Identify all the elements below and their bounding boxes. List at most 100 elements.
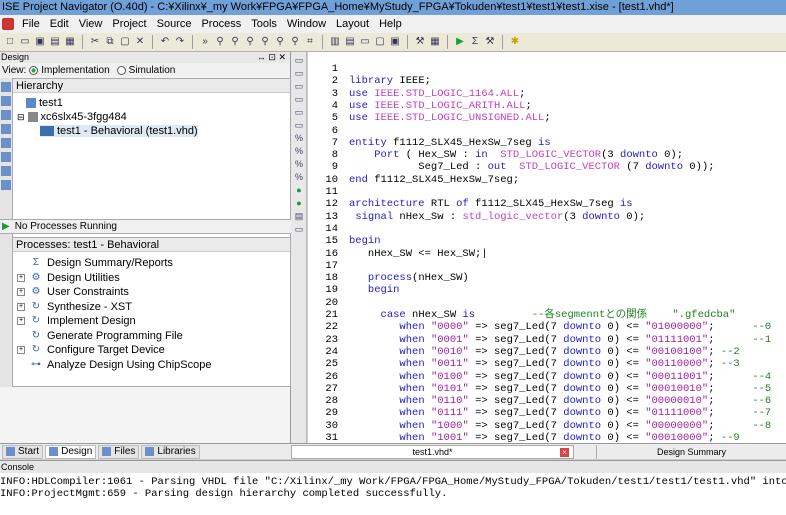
undo-icon[interactable]: ↶: [158, 35, 172, 49]
code-line[interactable]: 16 nHex_SW <= Hex_SW;|: [308, 248, 786, 260]
process-item[interactable]: + ↻ Synthesize - XST: [17, 300, 132, 314]
editor-tool-icon[interactable]: ▭: [294, 68, 304, 78]
copy-icon[interactable]: ⧉: [103, 35, 117, 49]
language-template-icon[interactable]: ▤: [294, 211, 304, 221]
find-next-icon[interactable]: ⚲: [228, 35, 242, 49]
tile-icon[interactable]: ▤: [343, 35, 357, 49]
code-line[interactable]: 1: [308, 63, 786, 75]
process-item[interactable]: Σ Design Summary/Reports: [17, 256, 173, 270]
code-line[interactable]: 28 when "0110" => seg7_Led(7 downto 0) <…: [308, 395, 786, 407]
code-line[interactable]: 11: [308, 186, 786, 198]
simulation-radio[interactable]: [116, 65, 126, 75]
code-line[interactable]: 22 when "0000" => seg7_Led(7 downto 0) <…: [308, 321, 786, 333]
menu-process[interactable]: Process: [196, 15, 246, 33]
add-copy-icon[interactable]: [1, 96, 11, 106]
zoom-icon[interactable]: ⚲: [288, 35, 302, 49]
cut-icon[interactable]: ✂: [88, 35, 102, 49]
expand-icon[interactable]: +: [17, 273, 25, 282]
menu-source[interactable]: Source: [152, 15, 197, 33]
code-line[interactable]: 25 when "0011" => seg7_Led(7 downto 0) <…: [308, 358, 786, 370]
open-folder-icon[interactable]: ▭: [18, 35, 32, 49]
process-item[interactable]: + ⚙ User Constraints: [17, 285, 129, 299]
tab-start[interactable]: Start: [2, 444, 44, 459]
code-editor[interactable]: 1 2 library IEEE; 3 use IEEE.STD_LOGIC_1164.…: [308, 52, 786, 443]
code-line[interactable]: 7 entity f1112_SLX45_HexSw_7seg is: [308, 137, 786, 149]
add-bookmark-icon[interactable]: ●: [294, 185, 304, 195]
menu-edit[interactable]: Edit: [45, 15, 74, 33]
expand-icon[interactable]: +: [17, 302, 25, 311]
print-icon[interactable]: ▦: [63, 35, 77, 49]
code-line[interactable]: 19 begin: [308, 284, 786, 296]
tree-item-device[interactable]: ⊟ xc6slx45-3fgg484: [17, 111, 127, 123]
editor-tool-icon[interactable]: ▭: [294, 81, 304, 91]
menu-layout[interactable]: Layout: [331, 15, 374, 33]
code-line[interactable]: 27 when "0101" => seg7_Led(7 downto 0) <…: [308, 383, 786, 395]
tab-files[interactable]: Files: [98, 444, 140, 459]
cascade-icon[interactable]: ▢: [373, 35, 387, 49]
menu-tools[interactable]: Tools: [246, 15, 282, 33]
menu-help[interactable]: Help: [374, 15, 407, 33]
tab-test1-vhd[interactable]: test1.vhd* ×: [291, 444, 574, 459]
properties-icon[interactable]: [1, 138, 11, 148]
unindent-icon[interactable]: %: [294, 172, 304, 182]
code-line[interactable]: 29 when "0111" => seg7_Led(7 downto 0) <…: [308, 407, 786, 419]
tab-design[interactable]: Design: [45, 444, 97, 459]
panel-controls[interactable]: ↔ ⊡ ✕: [257, 52, 286, 63]
code-line[interactable]: 12 architecture RTL of f1112_SLX45_HexSw_…: [308, 198, 786, 210]
code-line[interactable]: 15 begin: [308, 235, 786, 247]
process-item[interactable]: + ↻ Configure Target Device: [17, 343, 165, 357]
code-line[interactable]: 5 use IEEE.STD_LOGIC_UNSIGNED.ALL;: [308, 112, 786, 124]
hammer-icon[interactable]: ⚒: [483, 35, 497, 49]
delete-icon[interactable]: ✕: [133, 35, 147, 49]
help-bulb-icon[interactable]: ✱: [508, 35, 522, 49]
code-line[interactable]: 6: [308, 125, 786, 137]
menu-file[interactable]: File: [17, 15, 45, 33]
more-icon[interactable]: »: [198, 35, 212, 49]
remove-icon[interactable]: [1, 124, 11, 134]
search-icon[interactable]: ⚲: [273, 35, 287, 49]
close-tab-icon[interactable]: ×: [560, 447, 569, 457]
expand-icon[interactable]: +: [17, 317, 25, 325]
editor-tool-icon[interactable]: ▭: [294, 120, 304, 130]
code-line[interactable]: 18 process(nHex_SW): [308, 272, 786, 284]
properties-icon[interactable]: ⚒: [413, 35, 427, 49]
expand-icon[interactable]: [1, 152, 11, 162]
save-all-icon[interactable]: ▤: [48, 35, 62, 49]
indent-icon[interactable]: %: [294, 159, 304, 169]
collapse-icon[interactable]: [1, 166, 11, 176]
comment-icon[interactable]: %: [294, 133, 304, 143]
code-line[interactable]: 26 when "0100" => seg7_Led(7 downto 0) <…: [308, 371, 786, 383]
editor-tool-icon[interactable]: ▭: [294, 107, 304, 117]
process-item[interactable]: + ↻ Implement Design: [17, 314, 136, 328]
stop-icon[interactable]: ▦: [428, 35, 442, 49]
schematic-icon[interactable]: ⌗: [303, 35, 317, 49]
tree-item-project[interactable]: test1: [26, 97, 63, 109]
run-icon[interactable]: ▶: [453, 35, 467, 49]
process-item[interactable]: + ⚙ Design Utilities: [17, 271, 120, 285]
tree-item-source[interactable]: test1 - Behavioral (test1.vhd): [40, 125, 198, 137]
uncomment-icon[interactable]: %: [294, 146, 304, 156]
code-line[interactable]: 2 library IEEE;: [308, 75, 786, 87]
editor-tool-icon[interactable]: ▭: [294, 94, 304, 104]
code-line[interactable]: 8 Port ( Hex_SW : in STD_LOGIC_VECTOR(3 …: [308, 149, 786, 161]
add-source-icon[interactable]: [1, 82, 11, 92]
expand-icon[interactable]: +: [17, 288, 25, 296]
code-line[interactable]: 20: [308, 297, 786, 309]
code-line[interactable]: 4 use IEEE.STD_LOGIC_ARITH.ALL;: [308, 100, 786, 112]
menu-window[interactable]: Window: [282, 15, 331, 33]
code-line[interactable]: 23 when "0001" => seg7_Led(7 downto 0) <…: [308, 334, 786, 346]
paste-icon[interactable]: ▢: [118, 35, 132, 49]
tab-libraries[interactable]: Libraries: [141, 444, 200, 459]
window-icon[interactable]: ▭: [358, 35, 372, 49]
find-icon[interactable]: ⚲: [213, 35, 227, 49]
editor-tool-icon[interactable]: ▭: [294, 224, 304, 234]
new-source-icon[interactable]: [1, 110, 11, 120]
layout-icon[interactable]: ▣: [388, 35, 402, 49]
new-file-icon[interactable]: □: [3, 35, 17, 49]
collapse-toggle-icon[interactable]: ⊟: [17, 112, 25, 123]
code-line[interactable]: 31 when "1001" => seg7_Led(7 downto 0) <…: [308, 432, 786, 443]
process-item[interactable]: ↻ Generate Programming File: [17, 329, 183, 343]
menu-project[interactable]: Project: [107, 15, 151, 33]
code-line[interactable]: 14: [308, 223, 786, 235]
process-item[interactable]: ⊶ Analyze Design Using ChipScope: [17, 358, 211, 372]
